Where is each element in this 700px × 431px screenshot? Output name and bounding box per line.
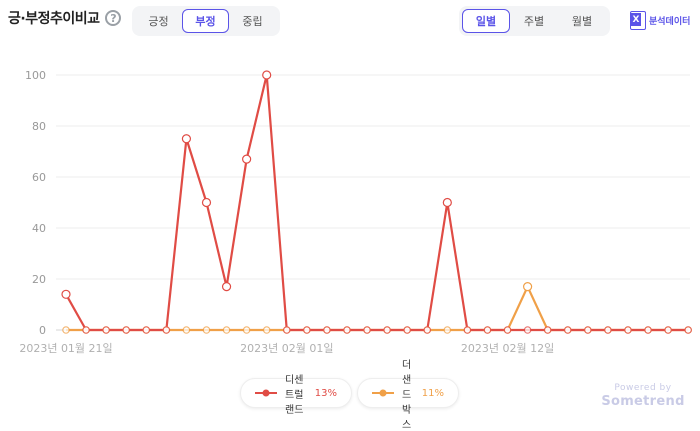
data-point: [503, 326, 512, 334]
x-tick-label: 2023년 02월 12일: [461, 341, 554, 355]
data-point: [162, 326, 171, 334]
brand-name: Sometrend: [601, 394, 685, 409]
data-point: [423, 326, 432, 334]
data-point: [383, 326, 391, 334]
data-point: [323, 326, 331, 334]
legend-percent: 11%: [421, 387, 444, 399]
data-point: [343, 326, 351, 334]
data-point: [62, 326, 70, 334]
series-points: [61, 70, 692, 334]
y-tick-label: 0: [39, 324, 46, 337]
legend-label: 디센트럴랜드: [285, 374, 304, 416]
data-point: [242, 154, 252, 164]
data-point: [604, 326, 612, 334]
data-point: [242, 326, 251, 334]
legend-item-series-2[interactable]: 더샌드박스 11%: [357, 360, 459, 431]
data-point: [202, 326, 211, 334]
data-point: [624, 326, 632, 334]
data-point: [684, 326, 692, 334]
data-point: [443, 326, 452, 334]
data-point: [262, 326, 271, 334]
data-point: [584, 326, 592, 334]
series-lines: [65, 73, 689, 332]
legend-label: 더샌드박스: [402, 359, 412, 431]
y-tick-label: 60: [32, 171, 46, 184]
data-point: [523, 282, 533, 292]
y-axis-ticks: 0 20 40 60 80 100: [25, 69, 46, 337]
data-point: [664, 326, 672, 334]
data-point: [222, 326, 231, 334]
legend-percent: 13%: [314, 387, 337, 399]
legend-marker-icon: [255, 389, 277, 397]
data-point: [181, 134, 192, 144]
data-point: [644, 326, 652, 334]
data-point: [303, 326, 311, 334]
data-point: [483, 326, 492, 334]
data-point: [442, 197, 452, 208]
y-tick-label: 40: [32, 222, 46, 235]
data-point: [403, 326, 411, 334]
powered-by-logo: Powered by Sometrend: [598, 383, 688, 409]
data-point: [523, 326, 532, 334]
data-point: [102, 326, 110, 334]
line-chart: 020406080100 2023년 01월 21일 2023년 02월 01일 2…: [19, 69, 692, 355]
data-point: [182, 326, 191, 334]
data-point: [262, 70, 272, 80]
grid-lines: [56, 74, 690, 331]
series-line: [65, 73, 689, 332]
data-point: [201, 197, 212, 208]
data-point: [82, 326, 90, 334]
y-tick-label: 80: [32, 120, 46, 133]
legend-marker-icon: [372, 389, 394, 397]
data-point: [221, 282, 232, 292]
x-tick-label: 2023년 01월 21일: [19, 341, 112, 355]
series-line: [66, 285, 689, 332]
data-point: [122, 326, 131, 334]
data-point: [363, 326, 371, 334]
data-point: [142, 326, 151, 334]
data-point: [543, 326, 552, 334]
data-point: [563, 326, 572, 334]
y-tick-label: 20: [32, 273, 46, 286]
powered-by-text: Powered by: [614, 383, 672, 393]
data-point: [463, 326, 472, 334]
y-tick-label: 100: [25, 69, 46, 82]
x-axis-ticks: 2023년 01월 21일 2023년 02월 01일 2023년 02월 12일: [19, 341, 554, 355]
x-tick-label: 2023년 02월 01일: [240, 341, 333, 355]
legend-item-series-1[interactable]: 디센트럴랜드 13%: [240, 375, 352, 416]
data-point: [61, 289, 71, 299]
data-point: [282, 326, 291, 334]
